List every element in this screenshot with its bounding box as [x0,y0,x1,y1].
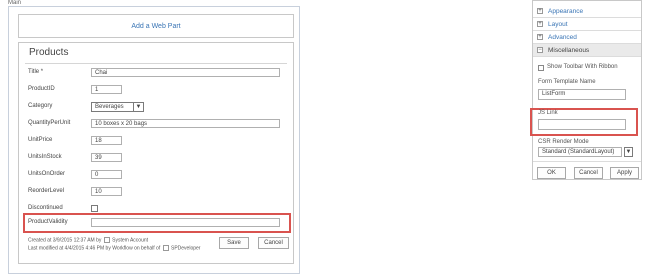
save-button[interactable]: Save [219,237,249,249]
section-advanced[interactable]: + Advanced [533,31,641,44]
category-label: Category [28,103,53,109]
quantityperunit-input[interactable]: 10 boxes x 20 bags [91,119,280,128]
tool-pane-footer: OK Cancel Apply [533,161,641,182]
created-by-user[interactable]: System Account [112,237,148,243]
show-toolbar-label: Show Toolbar With Ribbon [547,64,618,70]
quantityperunit-label: QuantityPerUnit [28,120,71,126]
cancel-button[interactable]: Cancel [258,237,289,249]
show-toolbar-checkbox[interactable] [538,65,544,71]
add-web-part-link[interactable]: Add a Web Part [18,14,294,38]
productid-input[interactable]: 1 [91,85,122,94]
js-link-label: JS Link [538,110,558,116]
presence-icon [162,245,169,251]
reorderlevel-input[interactable]: 10 [91,187,122,196]
category-select-value: Beverages [95,104,124,110]
web-part-title: Products [29,47,69,58]
unitprice-label: UnitPrice [28,137,53,143]
collapse-icon[interactable]: − [537,47,543,53]
category-select[interactable]: Beverages ▼ [91,102,144,112]
tool-pane: + Appearance + Layout + Advanced − Misce… [530,0,642,182]
modified-info: Last modified at 4/4/2015 4:46 PM by Wor… [28,245,200,251]
chevron-down-icon[interactable]: ▼ [624,147,633,157]
discontinued-label: Discontinued [28,205,63,211]
presence-icon [103,237,110,243]
products-form-webpart: Products Title * Chai ProductID 1 Catego… [18,42,294,264]
title-label: Title * [28,69,44,75]
unitsonorder-input[interactable]: 0 [91,170,122,179]
section-label: Advanced [548,33,577,41]
expand-icon[interactable]: + [537,34,543,40]
unitsinstock-input[interactable]: 39 [91,153,122,162]
created-text: Created at 3/9/2015 12:37 AM by [28,237,102,244]
ok-button[interactable]: OK [537,167,566,179]
modified-by-user[interactable]: SPDeveloper [171,245,200,251]
csr-render-mode-label: CSR Render Mode [538,139,589,145]
expand-icon[interactable]: + [537,8,543,14]
section-miscellaneous[interactable]: − Miscellaneous [533,44,641,57]
chevron-down-icon[interactable]: ▼ [133,103,143,111]
js-link-input[interactable] [538,119,626,130]
pane-cancel-button[interactable]: Cancel [574,167,603,179]
productvalidity-label: ProductValidity [28,219,68,225]
title-input[interactable]: Chai [91,68,280,77]
form-template-label: Form Template Name [538,79,596,85]
unitprice-input[interactable]: 18 [91,136,122,145]
discontinued-checkbox[interactable] [91,205,98,212]
unitsonorder-label: UnitsOnOrder [28,171,66,177]
web-part-zone: Add a Web Part Products Title * Chai Pro… [8,6,300,274]
reorderlevel-label: ReorderLevel [28,188,65,194]
unitsinstock-label: UnitsInStock [28,154,62,160]
section-label: Layout [548,20,568,28]
title-divider [25,63,287,64]
expand-icon[interactable]: + [537,21,543,27]
apply-button[interactable]: Apply [610,167,639,179]
productvalidity-input[interactable] [91,218,280,227]
modified-text: Last modified at 4/4/2015 4:46 PM by Wor… [28,245,161,252]
productid-label: ProductID [28,86,55,92]
section-label: Appearance [548,7,584,15]
form-template-input[interactable]: ListForm [538,89,626,100]
section-layout[interactable]: + Layout [533,18,641,31]
section-label: Miscellaneous [548,46,590,54]
created-info: Created at 3/9/2015 12:37 AM by System A… [28,237,148,243]
csr-render-mode-select[interactable]: Standard (StandardLayout) [538,147,622,157]
section-appearance[interactable]: + Appearance [533,5,641,18]
